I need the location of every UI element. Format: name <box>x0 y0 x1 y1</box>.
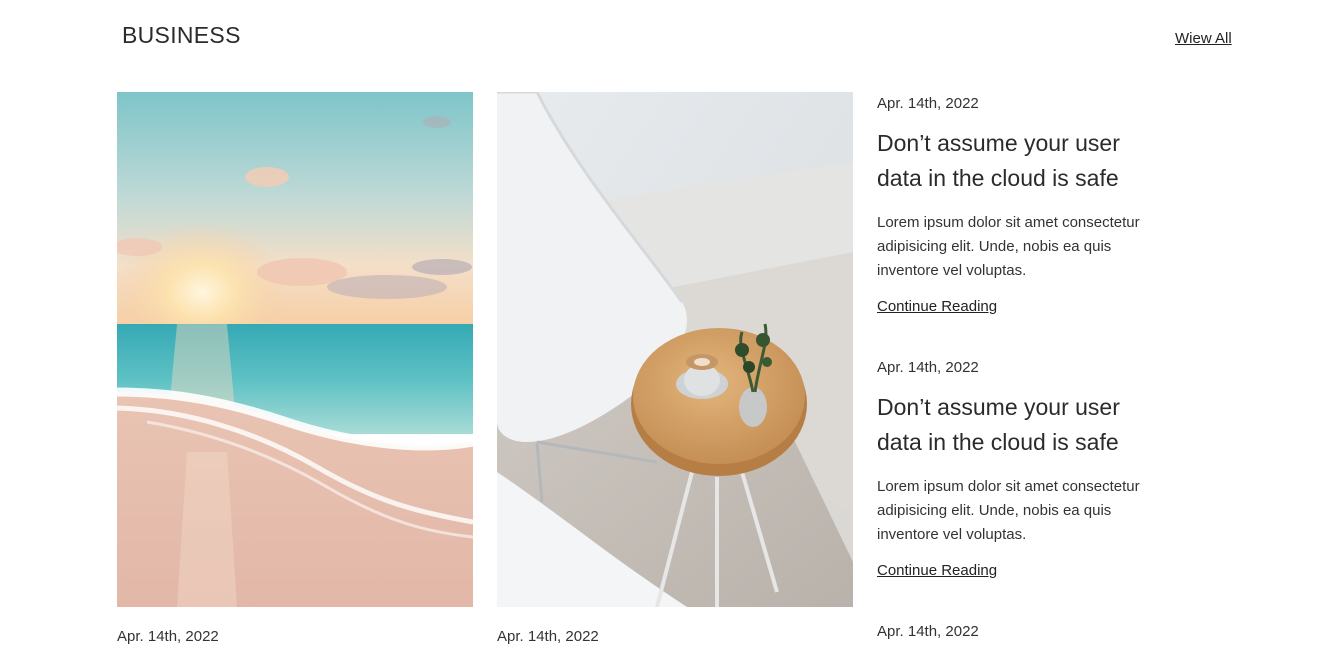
card-date: Apr. 14th, 2022 <box>497 628 599 645</box>
article-card: Apr. 14th, 2022 <box>877 622 1147 642</box>
article-title[interactable]: Don’t assume your user data in the cloud… <box>877 126 1147 196</box>
article-card: Apr. 14th, 2022 Don’t assume your user d… <box>877 94 1147 317</box>
article-excerpt: Lorem ipsum dolor sit amet consectetur a… <box>877 214 1140 279</box>
continue-reading-link[interactable]: Continue Reading <box>877 297 1147 317</box>
article-date: Apr. 14th, 2022 <box>877 623 979 640</box>
continue-reading-link[interactable]: Continue Reading <box>877 561 1147 581</box>
card-date: Apr. 14th, 2022 <box>117 628 219 645</box>
article-excerpt: Lorem ipsum dolor sit amet consectetur a… <box>877 478 1140 543</box>
coffee-table-image[interactable] <box>497 92 853 607</box>
article-date: Apr. 14th, 2022 <box>877 95 979 112</box>
beach-sunset-image[interactable] <box>117 92 473 607</box>
article-title[interactable]: Don’t assume your user data in the cloud… <box>877 390 1147 460</box>
article-date: Apr. 14th, 2022 <box>877 359 979 376</box>
section-title: BUSINESS <box>122 22 241 48</box>
article-card: Apr. 14th, 2022 Don’t assume your user d… <box>877 358 1147 581</box>
view-all-link[interactable]: Wiew All <box>1175 30 1232 47</box>
